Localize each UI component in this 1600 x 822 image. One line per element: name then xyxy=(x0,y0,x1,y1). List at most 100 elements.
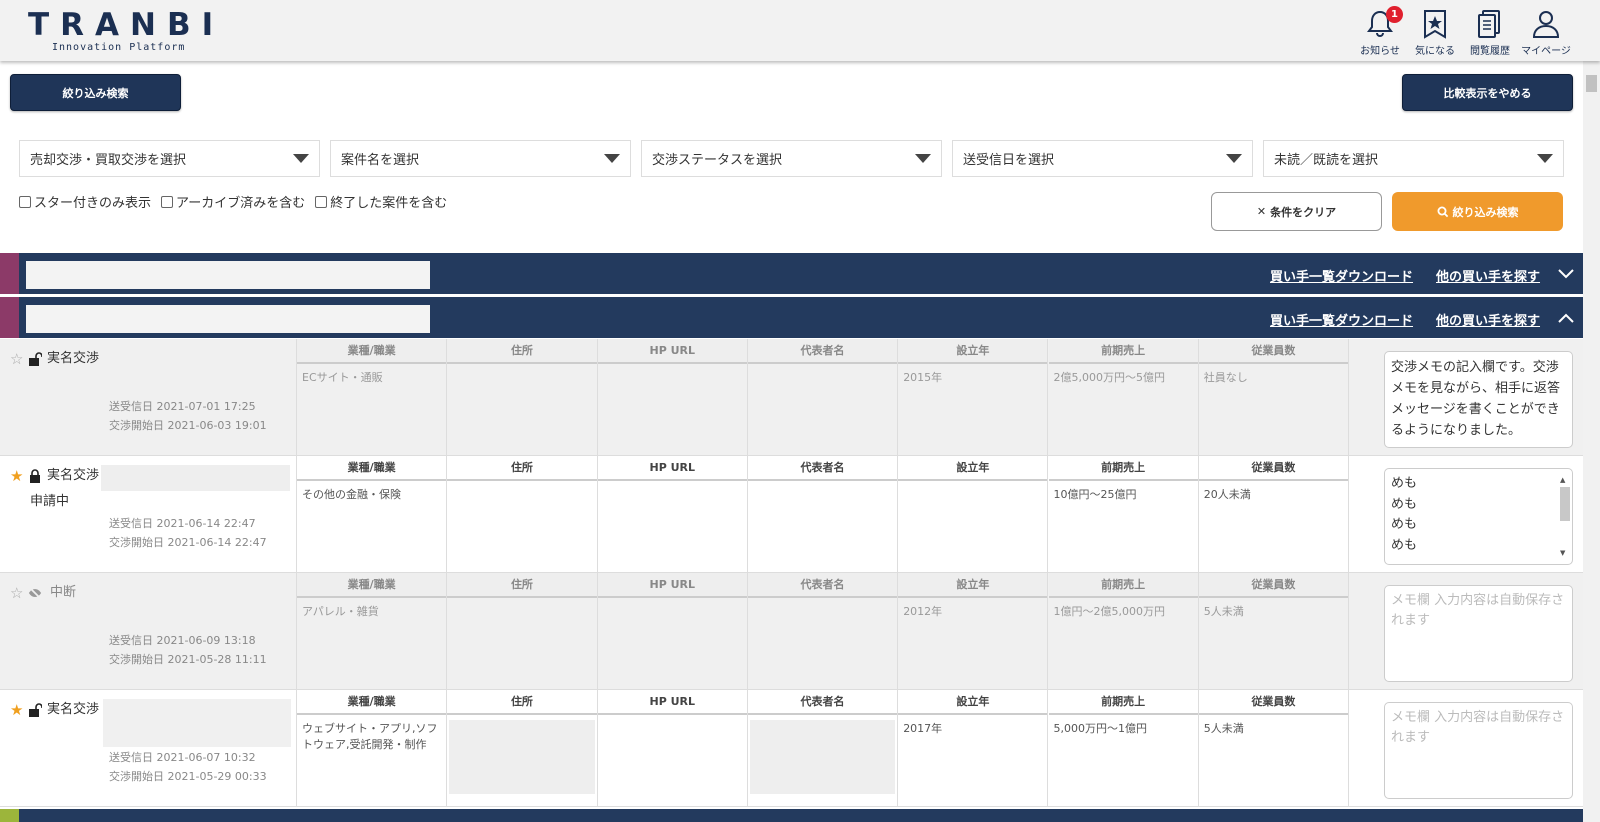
table-row[interactable]: ★ 実名交渉 送受信日 2021-06-07 10:32 交渉開始日 2021-… xyxy=(0,690,1583,807)
cell-value: 2億5,000万円〜5億円 xyxy=(1053,371,1166,384)
column-header: 前期売上 xyxy=(1048,339,1198,364)
logo-subtitle: Innovation Platform xyxy=(52,42,186,53)
status-sub-label: 申請中 xyxy=(30,494,70,509)
column-header: 業種/職業 xyxy=(297,339,447,364)
info-column: 従業員数 5人未満 xyxy=(1198,690,1350,806)
star-icon[interactable]: ★ xyxy=(10,469,23,484)
table-row[interactable]: ★ 実名交渉 申請中 送受信日 2021-06-14 22:47 交渉開始日 2… xyxy=(0,456,1583,573)
include-finished-checkbox[interactable]: 終了した案件を含む xyxy=(315,192,447,211)
deal-name-select[interactable]: 案件名を選択 xyxy=(330,140,631,177)
cell-value: ECサイト・通販 xyxy=(302,371,383,384)
info-column: 代表者名 xyxy=(747,339,899,455)
cell-value xyxy=(598,364,747,376)
button-label: 条件をクリア xyxy=(1270,205,1337,219)
caret-down-icon xyxy=(1537,154,1553,163)
table-row[interactable]: ☆ 中断 送受信日 2021-06-09 13:18 交渉開始日 2021-05… xyxy=(0,573,1583,690)
negotiation-type-select[interactable]: 売却交渉・買取交渉を選択 xyxy=(19,140,320,177)
memo-textarea[interactable]: 交渉メモの記入欄です。交渉メモを見ながら、相手に返答メッセージを書くことができる… xyxy=(1384,351,1573,448)
info-column: 代表者名 xyxy=(747,690,899,806)
checkbox-box[interactable] xyxy=(19,195,31,208)
column-header: 従業員数 xyxy=(1198,456,1349,481)
info-column: 従業員数 5人未満 xyxy=(1198,573,1350,689)
deal-group-header[interactable]: 買い手一覧ダウンロード 他の買い手を探す xyxy=(0,253,1583,294)
deal-group-header[interactable] xyxy=(0,809,1583,822)
memo-textarea[interactable]: めも めも めも めも ▲ ▼ xyxy=(1384,468,1573,565)
row-meta: ☆ 中断 送受信日 2021-06-09 13:18 交渉開始日 2021-05… xyxy=(0,573,296,689)
scroll-down-icon[interactable]: ▼ xyxy=(1560,543,1565,564)
starred-only-checkbox[interactable]: スター付きのみ表示 xyxy=(19,192,151,211)
info-column: 代表者名 xyxy=(747,573,899,689)
info-column: 業種/職業 ウェブサイト・アプリ,ソフトウェア,受託開発・制作 xyxy=(297,690,448,806)
column-header: 代表者名 xyxy=(747,339,898,364)
checkbox-box[interactable] xyxy=(315,195,328,208)
cell-value xyxy=(447,598,596,610)
checkbox-label: アーカイブ済みを含む xyxy=(176,196,306,211)
info-column: 代表者名 xyxy=(747,456,899,572)
checkbox-box[interactable] xyxy=(161,195,174,208)
column-header: 代表者名 xyxy=(747,456,898,481)
cell-value: 5人未満 xyxy=(1203,722,1244,735)
scrollbar-thumb[interactable] xyxy=(1586,75,1597,92)
download-buyers-link[interactable]: 買い手一覧ダウンロード xyxy=(1270,266,1413,285)
chevron-up-icon[interactable] xyxy=(1557,309,1575,327)
star-icon[interactable]: ☆ xyxy=(10,352,23,367)
status-label: 実名交渉 xyxy=(47,702,100,717)
nav-label: お知らせ xyxy=(1360,46,1400,57)
page-scrollbar[interactable] xyxy=(1583,61,1600,822)
stop-compare-button[interactable]: 比較表示をやめる xyxy=(1402,74,1573,111)
nav-history[interactable]: 閲覧履歴 xyxy=(1463,8,1517,57)
status-label: 中断 xyxy=(50,585,77,600)
row-dates: 送受信日 2021-07-01 17:25 交渉開始日 2021-06-03 1… xyxy=(109,397,267,435)
read-status-select[interactable]: 未読／既読を選択 xyxy=(1263,140,1564,177)
group-accent xyxy=(0,809,19,822)
info-column: HP URL xyxy=(597,690,748,806)
memo-line: めも xyxy=(1391,517,1418,532)
cell-value: 10億円〜25億円 xyxy=(1053,488,1137,501)
status-select[interactable]: 交渉ステータスを選択 xyxy=(641,140,942,177)
column-header: 前期売上 xyxy=(1048,573,1198,598)
deal-name-masked xyxy=(26,261,430,289)
clear-conditions-button[interactable]: ✕ 条件をクリア xyxy=(1211,192,1382,231)
row-meta: ★ 実名交渉 申請中 送受信日 2021-06-14 22:47 交渉開始日 2… xyxy=(0,456,296,572)
row-dates: 送受信日 2021-06-09 13:18 交渉開始日 2021-05-28 1… xyxy=(109,631,267,669)
deal-group-header[interactable]: 買い手一覧ダウンロード 他の買い手を探す xyxy=(0,297,1583,338)
tranbi-logo[interactable]: TRANBI Innovation Platform xyxy=(28,8,228,56)
include-archived-checkbox[interactable]: アーカイブ済みを含む xyxy=(161,192,305,211)
cell-value: 2017年 xyxy=(903,722,943,735)
apply-search-button[interactable]: 絞り込み検索 xyxy=(1392,192,1563,231)
nav-notifications[interactable]: 1 お知らせ xyxy=(1353,6,1407,57)
column-header: 住所 xyxy=(447,573,597,598)
info-column: 住所 xyxy=(447,339,598,455)
close-icon: ✕ xyxy=(1256,205,1267,218)
info-column: 前期売上 10億円〜25億円 xyxy=(1048,456,1199,572)
scrollbar-thumb[interactable] xyxy=(1560,487,1570,521)
star-icon[interactable]: ★ xyxy=(10,703,23,718)
logo-text: TRANBI xyxy=(28,7,225,43)
start-date: 交渉開始日 2021-05-28 11:11 xyxy=(109,653,267,666)
memo-textarea[interactable]: メモ欄 入力内容は自動保存されます xyxy=(1384,585,1573,682)
memo-line: めも xyxy=(1391,496,1418,512)
masked-value xyxy=(749,720,896,794)
notification-badge: 1 xyxy=(1386,6,1403,23)
column-header: 住所 xyxy=(447,456,597,481)
status-label: 実名交渉 xyxy=(47,351,100,366)
column-header: HP URL xyxy=(597,690,747,715)
memo-textarea[interactable]: メモ欄 入力内容は自動保存されます xyxy=(1384,702,1573,799)
column-header: HP URL xyxy=(597,573,747,598)
chevron-down-icon[interactable] xyxy=(1557,265,1575,283)
info-column: 前期売上 2億5,000万円〜5億円 xyxy=(1048,339,1199,455)
nav-favorites[interactable]: 気になる xyxy=(1408,8,1462,57)
cell-value: 20人未満 xyxy=(1203,488,1251,501)
column-header: 従業員数 xyxy=(1198,573,1349,598)
memo-scrollbar[interactable]: ▲ ▼ xyxy=(1558,473,1570,560)
find-buyers-link[interactable]: 他の買い手を探す xyxy=(1436,310,1540,329)
nav-mypage[interactable]: マイページ xyxy=(1519,8,1573,57)
filter-search-button[interactable]: 絞り込み検索 xyxy=(10,74,181,111)
star-icon[interactable]: ☆ xyxy=(10,586,23,601)
download-buyers-link[interactable]: 買い手一覧ダウンロード xyxy=(1270,310,1413,329)
table-row[interactable]: ☆ 実名交渉 送受信日 2021-07-01 17:25 交渉開始日 2021-… xyxy=(0,339,1583,456)
date-select[interactable]: 送受信日を選択 xyxy=(952,140,1253,177)
cell-value: アパレル・雑貨 xyxy=(302,605,379,618)
find-buyers-link[interactable]: 他の買い手を探す xyxy=(1436,266,1540,285)
company-info-grid: 業種/職業 ECサイト・通販 住所 HP URL 代表者名 設立年 2015年 … xyxy=(296,339,1350,455)
